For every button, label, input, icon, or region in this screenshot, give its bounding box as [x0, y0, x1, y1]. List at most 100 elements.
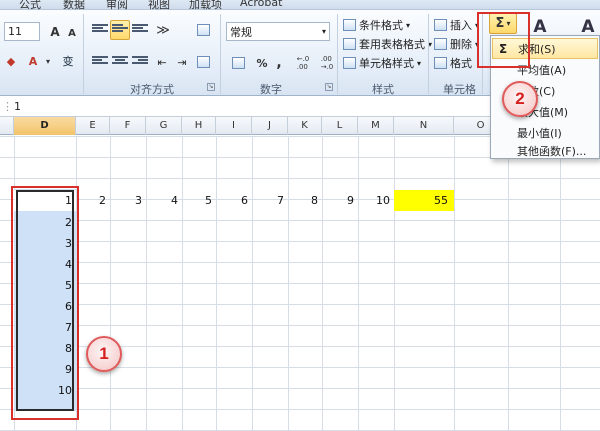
conditional-format-icon — [343, 19, 356, 31]
middle-align-button[interactable] — [110, 20, 130, 40]
chevron-down-icon: ▾ — [45, 56, 50, 66]
align-left-icon — [92, 56, 108, 68]
menu-item-more-functions[interactable]: 其他函数(F)... — [492, 143, 598, 159]
cell-j[interactable]: 7 — [252, 190, 288, 211]
align-right-icon — [132, 56, 148, 68]
column-header-j[interactable]: J — [252, 117, 288, 135]
percent-style-button[interactable]: % — [254, 53, 270, 73]
cells-group-label: 单元格 — [443, 83, 476, 96]
column-header-d[interactable]: D — [14, 117, 76, 135]
column-header-e[interactable]: E — [76, 117, 110, 135]
delete-label: 删除 — [450, 38, 472, 51]
menu-item-min[interactable]: 最小值(I) — [492, 122, 598, 143]
delete-cells-button[interactable]: 删除 ▾ — [434, 36, 479, 52]
column-header-h[interactable]: H — [182, 117, 216, 135]
percent-label: % — [256, 56, 268, 70]
number-format-select[interactable]: 常规 ▾ — [226, 22, 330, 41]
align-left-button[interactable] — [90, 52, 110, 72]
fill-bucket-icon: ◆ — [6, 54, 16, 68]
group-separator — [428, 14, 429, 94]
column-header-l[interactable]: L — [322, 117, 358, 135]
worksheet-grid[interactable] — [0, 136, 600, 431]
align-right-button[interactable] — [130, 52, 150, 72]
decrease-decimal-icon: .00 →.0 — [320, 55, 334, 71]
formula-value: 1 — [14, 100, 21, 113]
ribbon-tab-bar: 公式 数据 审阅 视图 加载项 Acrobat — [0, 0, 600, 11]
find-select-icon: A — [581, 17, 595, 37]
group-separator — [337, 14, 338, 94]
annotation-step-1: 1 — [86, 336, 122, 372]
currency-icon — [231, 57, 245, 69]
align-center-button[interactable] — [110, 52, 130, 72]
grid-line — [110, 136, 111, 431]
column-header-k[interactable]: K — [288, 117, 322, 135]
alignment-launcher[interactable]: ↘ — [207, 83, 215, 91]
insert-cells-button[interactable]: 插入 ▾ — [434, 17, 479, 33]
format-cells-button[interactable]: 格式 — [434, 55, 472, 71]
merge-center-button[interactable] — [192, 52, 214, 72]
chevron-down-icon: ▾ — [417, 58, 422, 68]
shrink-font-button[interactable]: A — [65, 25, 79, 41]
annotation-box-range — [11, 186, 79, 420]
grow-font-button[interactable]: A — [47, 23, 63, 41]
grow-font-label: A — [50, 25, 60, 39]
comma-style-button[interactable]: , — [272, 53, 286, 73]
orientation-button[interactable]: ≫ — [152, 20, 174, 40]
cell-h[interactable]: 5 — [182, 190, 216, 211]
cell-styles-icon — [343, 57, 356, 69]
grid-line — [182, 136, 183, 431]
increase-decimal-button[interactable]: ←.0.00 — [292, 53, 314, 73]
format-as-table-button[interactable]: 套用表格格式 ▾ — [343, 36, 432, 52]
grid-line — [358, 136, 359, 431]
grid-line — [252, 136, 253, 431]
conditional-format-button[interactable]: 条件格式 ▾ — [343, 17, 410, 33]
bottom-align-button[interactable] — [130, 20, 150, 40]
select-all-corner[interactable] — [0, 117, 14, 135]
fill-color-button[interactable]: ◆ — [4, 52, 18, 70]
column-header-g[interactable]: G — [146, 117, 182, 135]
cell-m[interactable]: 10 — [358, 190, 394, 211]
tab-acrobat[interactable]: Acrobat — [240, 0, 282, 9]
top-align-button[interactable] — [90, 20, 110, 40]
wrap-text-button[interactable] — [192, 20, 214, 40]
column-header-n[interactable]: N — [394, 117, 454, 135]
number-launcher[interactable]: ↘ — [325, 83, 333, 91]
grid-line — [288, 136, 289, 431]
alignment-group-label: 对齐方式 — [130, 83, 174, 96]
middle-align-icon — [112, 24, 128, 36]
cell-k[interactable]: 8 — [288, 190, 322, 211]
cell-n-sum[interactable]: 55 — [394, 190, 454, 211]
cell-l[interactable]: 9 — [322, 190, 358, 211]
cell-f[interactable]: 3 — [110, 190, 146, 211]
decrease-indent-icon: ⇤ — [157, 55, 167, 69]
top-align-icon — [92, 24, 108, 36]
group-separator — [83, 14, 84, 94]
merge-cells-icon — [196, 56, 210, 68]
phonetic-button[interactable]: 变 — [58, 52, 78, 70]
currency-format-button[interactable] — [226, 53, 250, 73]
font-color-label: A — [28, 54, 38, 68]
font-color-button[interactable]: A — [24, 52, 42, 70]
column-header-i[interactable]: I — [216, 117, 252, 135]
increase-indent-button[interactable]: ⇥ — [172, 52, 192, 72]
format-as-table-label: 套用表格格式 — [359, 38, 425, 51]
grid-line — [508, 136, 509, 431]
decrease-decimal-button[interactable]: .00 →.0 — [316, 53, 338, 73]
chevron-down-icon: ▾ — [406, 20, 411, 30]
column-header-f[interactable]: F — [110, 117, 146, 135]
decrease-indent-button[interactable]: ⇤ — [152, 52, 172, 72]
cell-g[interactable]: 4 — [146, 190, 182, 211]
cell-e[interactable]: 2 — [76, 190, 110, 211]
annotation-step-2: 2 — [502, 81, 538, 117]
column-header-m[interactable]: M — [358, 117, 394, 135]
group-separator — [220, 14, 221, 94]
font-size-value: 11 — [8, 25, 22, 38]
table-format-icon — [343, 38, 356, 50]
cell-i[interactable]: 6 — [216, 190, 252, 211]
shrink-font-label: A — [68, 27, 76, 39]
font-size-select[interactable]: 11 — [4, 22, 40, 41]
delete-cells-icon — [434, 38, 447, 50]
cell-styles-button[interactable]: 单元格样式 ▾ — [343, 55, 421, 71]
grid-line — [454, 136, 455, 431]
font-color-dropdown[interactable]: ▾ — [44, 55, 52, 67]
